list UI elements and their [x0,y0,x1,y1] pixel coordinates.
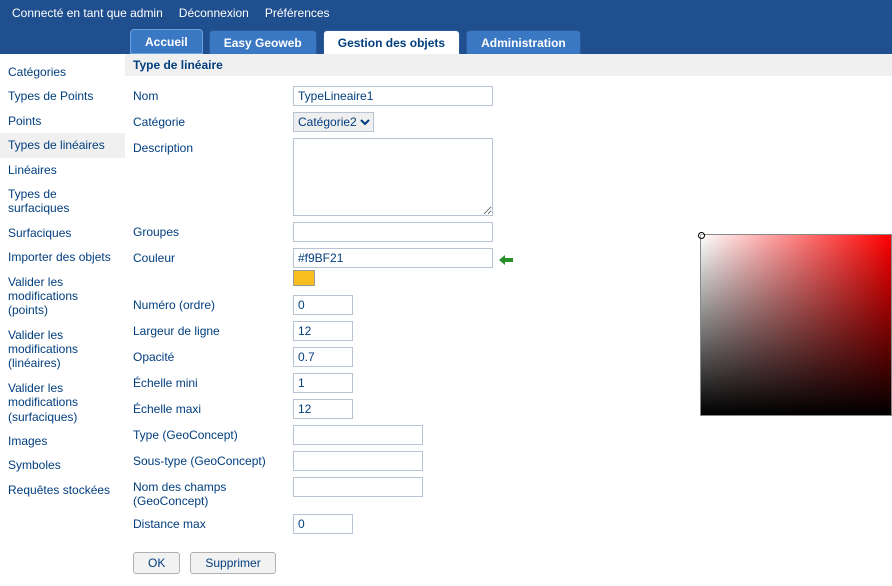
label-distance-max: Distance max [133,514,293,531]
sidebar-item-requetes-stockees[interactable]: Requêtes stockées [0,478,125,502]
textarea-description[interactable] [293,138,493,216]
input-groupes[interactable] [293,222,493,242]
tab-gestion-objets[interactable]: Gestion des objets [323,30,460,54]
select-categorie[interactable]: Catégorie2 [293,112,374,132]
logout-link[interactable]: Déconnexion [179,6,249,20]
label-description: Description [133,138,293,155]
input-numero[interactable] [293,295,353,315]
sidebar: Catégories Types de Points Points Types … [0,54,125,586]
sidebar-item-points[interactable]: Points [0,109,125,133]
sidebar-item-valider-surfaciques[interactable]: Valider les modifications (surfaciques) [0,376,125,429]
input-nom-champs-geoconcept[interactable] [293,477,423,497]
sidebar-item-lineaires[interactable]: Linéaires [0,158,125,182]
label-sous-type-geoconcept: Sous-type (GeoConcept) [133,451,293,468]
section-title: Type de linéaire [125,54,892,76]
tab-accueil[interactable]: Accueil [130,29,203,54]
input-echelle-maxi[interactable] [293,399,353,419]
sidebar-item-valider-lineaires[interactable]: Valider les modifications (linéaires) [0,323,125,376]
sidebar-item-valider-points[interactable]: Valider les modifications (points) [0,270,125,323]
input-opacite[interactable] [293,347,353,367]
input-type-geoconcept[interactable] [293,425,423,445]
sidebar-item-types-surfaciques[interactable]: Types de surfaciques [0,182,125,221]
tab-easy-geoweb[interactable]: Easy Geoweb [209,30,317,54]
input-echelle-mini[interactable] [293,373,353,393]
sv-cursor-icon [698,232,705,239]
label-categorie: Catégorie [133,112,293,129]
sidebar-item-types-lineaires[interactable]: Types de linéaires [0,133,125,157]
label-opacite: Opacité [133,347,293,364]
input-sous-type-geoconcept[interactable] [293,451,423,471]
sidebar-item-images[interactable]: Images [0,429,125,453]
color-picker-sv[interactable] [700,234,892,416]
label-numero: Numéro (ordre) [133,295,293,312]
input-largeur[interactable] [293,321,353,341]
color-swatch [293,270,315,286]
preferences-link[interactable]: Préférences [265,6,330,20]
label-couleur: Couleur [133,248,293,265]
sidebar-item-categories[interactable]: Catégories [0,60,125,84]
supprimer-button[interactable]: Supprimer [190,552,275,574]
color-picker: R G B # [700,234,892,416]
sidebar-item-surfaciques[interactable]: Surfaciques [0,221,125,245]
label-type-geoconcept: Type (GeoConcept) [133,425,293,442]
sidebar-item-types-points[interactable]: Types de Points [0,84,125,108]
label-nom: Nom [133,86,293,103]
label-echelle-mini: Échelle mini [133,373,293,390]
sidebar-item-symboles[interactable]: Symboles [0,453,125,477]
input-nom[interactable] [293,86,493,106]
content-area: Type de linéaire Nom Catégorie Catégorie… [125,54,892,586]
sidebar-item-importer-objets[interactable]: Importer des objets [0,245,125,269]
label-echelle-maxi: Échelle maxi [133,399,293,416]
tab-bar: Accueil Easy Geoweb Gestion des objets A… [0,26,892,54]
label-nom-champs-geoconcept: Nom des champs (GeoConcept) [133,477,293,508]
top-bar: Connecté en tant que admin Déconnexion P… [0,0,892,26]
ok-button[interactable]: OK [133,552,180,574]
arrow-left-icon [499,250,513,266]
tab-administration[interactable]: Administration [466,30,581,54]
input-couleur[interactable] [293,248,493,268]
label-groupes: Groupes [133,222,293,239]
input-distance-max[interactable] [293,514,353,534]
connected-as: Connecté en tant que admin [12,6,163,20]
label-largeur: Largeur de ligne [133,321,293,338]
